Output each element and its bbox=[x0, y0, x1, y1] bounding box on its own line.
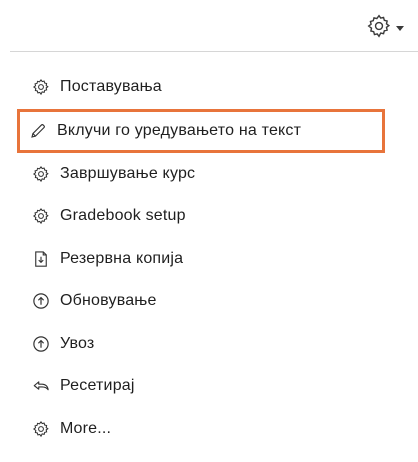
menu-divider bbox=[10, 51, 418, 52]
menu-item-label: Обновување bbox=[60, 292, 157, 310]
menu-item-label: Gradebook setup bbox=[60, 207, 186, 225]
file-download-icon bbox=[32, 250, 50, 268]
admin-gear-menu-toggle[interactable] bbox=[366, 8, 418, 44]
menu-item-more[interactable]: More... bbox=[20, 408, 418, 451]
gear-icon bbox=[32, 420, 50, 438]
upload-circle-icon bbox=[32, 292, 50, 310]
gear-icon bbox=[366, 13, 392, 39]
menu-item-course-completion[interactable]: Завршување курс bbox=[20, 153, 418, 196]
menu-item-gradebook-setup[interactable]: Gradebook setup bbox=[20, 195, 418, 238]
menu-item-settings[interactable]: Поставувања bbox=[20, 66, 418, 109]
upload-circle-icon bbox=[32, 335, 50, 353]
menu-item-backup[interactable]: Резервна копија bbox=[20, 238, 418, 281]
gear-icon bbox=[32, 78, 50, 96]
course-admin-menu: Поставувања Вклучи го уредувањето на тек… bbox=[17, 66, 418, 451]
menu-item-label: Резервна копија bbox=[60, 249, 184, 267]
menu-item-label: Поставувања bbox=[60, 78, 162, 96]
chevron-down-icon bbox=[396, 25, 404, 31]
menu-item-label: More... bbox=[60, 419, 112, 437]
reset-arrow-icon bbox=[32, 377, 50, 395]
menu-item-turn-editing-on[interactable]: Вклучи го уредувањето на текст bbox=[17, 108, 385, 153]
menu-item-label: Вклучи го уредувањето на текст bbox=[57, 121, 302, 139]
menu-item-restore[interactable]: Обновување bbox=[20, 280, 418, 323]
pencil-icon bbox=[29, 122, 47, 140]
menu-item-import[interactable]: Увоз bbox=[20, 323, 418, 366]
menu-item-label: Ресетирај bbox=[60, 377, 135, 395]
menu-item-label: Увоз bbox=[60, 334, 95, 352]
menu-item-reset[interactable]: Ресетирај bbox=[20, 365, 418, 408]
gear-icon bbox=[32, 165, 50, 183]
menu-item-label: Завршување курс bbox=[60, 164, 196, 182]
gear-icon bbox=[32, 207, 50, 225]
